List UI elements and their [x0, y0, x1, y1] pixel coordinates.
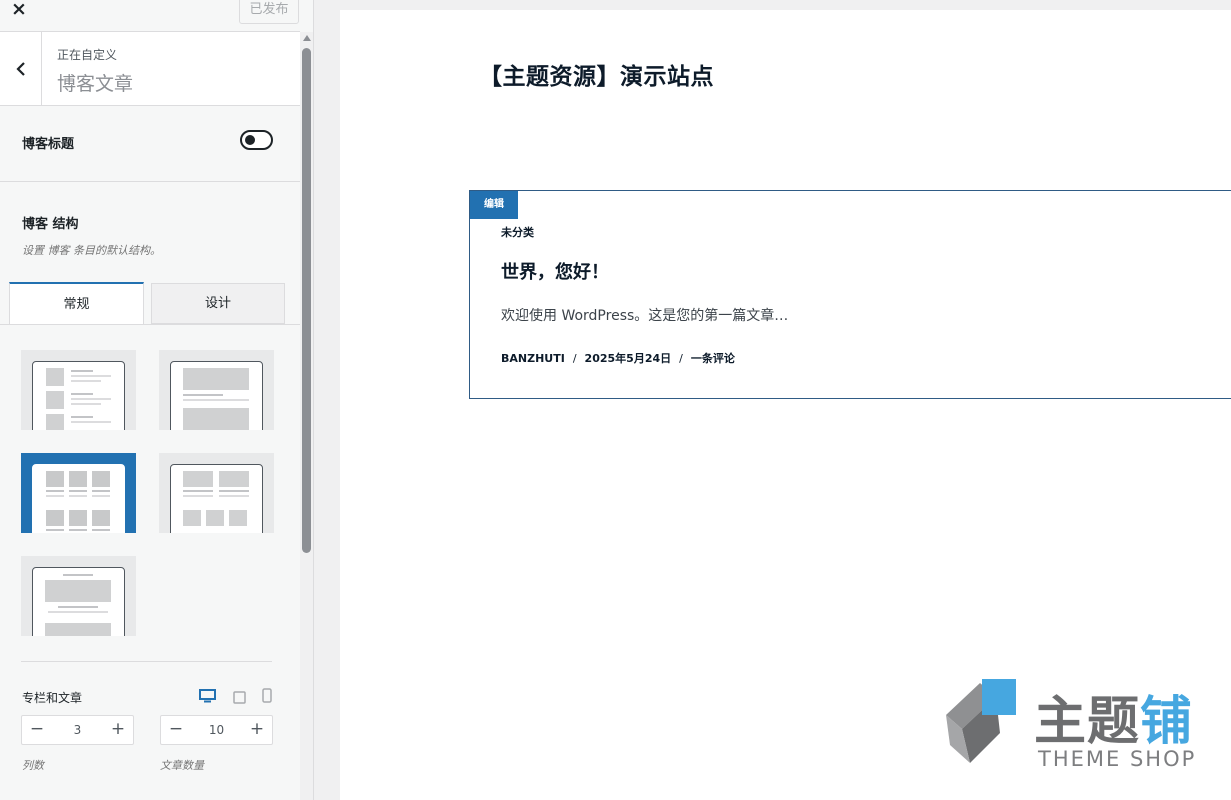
watermark-text: 主题铺 — [1034, 679, 1193, 754]
layout-thumbnail — [32, 464, 125, 533]
columns-increment-button[interactable]: + — [103, 716, 133, 744]
columns-value[interactable]: 3 — [52, 716, 103, 744]
columns-posts-label: 专栏和文章 — [22, 691, 83, 705]
blog-title-label: 博客标题 — [22, 137, 75, 152]
layout-list-icon — [46, 368, 111, 430]
post-excerpt: 欢迎使用 WordPress。这是您的第一篇文章… — [501, 308, 789, 324]
columns-stepper: − 3 + — [21, 715, 134, 745]
customizer-sidebar: × 已发布 正在自定义 博客文章 博客标题 博客 结构 设置 博客 条目的默认结… — [0, 0, 314, 800]
section-header: 正在自定义 博客文章 — [0, 32, 300, 106]
layout-option-single[interactable] — [159, 350, 274, 430]
structure-title: 博客 结构 — [22, 217, 79, 232]
meta-separator: / — [572, 352, 577, 365]
toggle-knob — [245, 135, 255, 145]
watermark-text-gray: 主题 — [1034, 692, 1141, 752]
sidebar-scrollbar[interactable] — [300, 32, 313, 800]
post-author[interactable]: BANZHUTI — [501, 352, 565, 365]
tab-divider — [0, 324, 300, 325]
chevron-left-icon — [15, 61, 25, 76]
watermark-subtext: THEME SHOP — [1038, 747, 1197, 771]
columns-caption: 列数 — [22, 759, 44, 772]
back-button[interactable] — [0, 32, 42, 105]
layout-grid-3-icon — [46, 471, 110, 531]
section-title: 博客文章 — [57, 73, 134, 95]
mobile-icon[interactable] — [262, 688, 272, 707]
theme-shop-logo-icon — [946, 679, 1016, 763]
publish-button[interactable]: 已发布 — [239, 0, 299, 24]
post-comments[interactable]: 一条评论 — [691, 352, 735, 365]
site-title[interactable]: 【主题资源】演示站点 — [479, 57, 714, 91]
layout-option-list[interactable] — [21, 350, 136, 430]
layout-thumbnail — [170, 464, 263, 533]
structure-description: 设置 博客 条目的默认结构。 — [22, 244, 161, 257]
layout-option-grid-3[interactable] — [21, 453, 136, 533]
blog-title-toggle[interactable] — [240, 130, 273, 150]
divider — [21, 661, 272, 662]
edit-shortcut-button[interactable]: 编辑 — [470, 191, 518, 219]
post-title[interactable]: 世界，您好！ — [501, 258, 609, 284]
desktop-icon[interactable] — [199, 688, 216, 707]
layout-grid-2-icon — [183, 471, 249, 526]
scrollbar-thumb[interactable] — [302, 48, 311, 553]
watermark: 主题铺 THEME SHOP — [940, 675, 1220, 775]
layout-thumbnail — [32, 361, 125, 430]
layout-thumbnail — [32, 567, 125, 636]
divider — [0, 181, 300, 182]
tablet-icon[interactable] — [233, 689, 246, 708]
post-category[interactable]: 未分类 — [501, 224, 534, 240]
scroll-up-arrow-icon[interactable] — [303, 35, 311, 41]
layout-option-grid-2[interactable] — [159, 453, 274, 533]
posts-increment-button[interactable]: + — [242, 716, 272, 744]
meta-separator: / — [679, 352, 683, 365]
customizing-label: 正在自定义 — [57, 48, 118, 62]
watermark-text-blue: 铺 — [1140, 692, 1194, 752]
post-meta: BANZHUTI / 2025年5月24日 / 一条评论 — [501, 350, 735, 366]
post-card: 编辑 未分类 世界，您好！ 欢迎使用 WordPress。这是您的第一篇文章… … — [469, 190, 1231, 399]
tab-general[interactable]: 常规 — [9, 282, 144, 325]
posts-value[interactable]: 10 — [191, 716, 242, 744]
posts-stepper: − 10 + — [160, 715, 273, 745]
post-date[interactable]: 2025年5月24日 — [585, 352, 672, 365]
layout-option-centered[interactable] — [21, 556, 136, 636]
layout-centered-icon — [45, 574, 111, 636]
posts-decrement-button[interactable]: − — [161, 716, 191, 744]
tab-design[interactable]: 设计 — [151, 283, 285, 324]
layout-single-icon — [183, 368, 249, 430]
posts-caption: 文章数量 — [160, 759, 204, 772]
layout-thumbnail — [170, 361, 263, 430]
close-icon[interactable]: × — [0, 0, 38, 22]
columns-decrement-button[interactable]: − — [22, 716, 52, 744]
customizer-topbar: × 已发布 — [0, 0, 300, 32]
